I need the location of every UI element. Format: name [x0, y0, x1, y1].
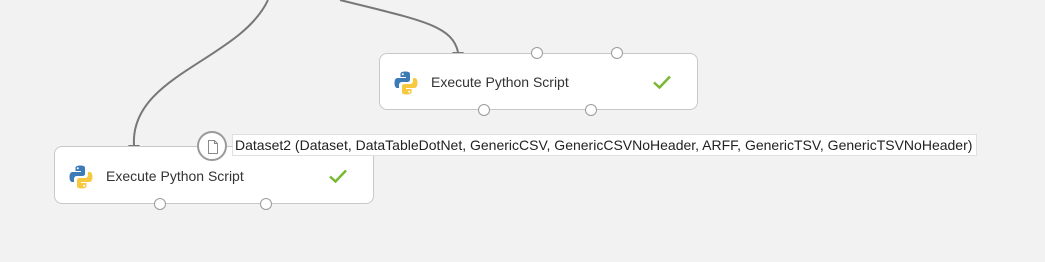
module-label: Execute Python Script	[431, 74, 569, 90]
output-port-2-top-module[interactable]	[585, 104, 597, 116]
output-port-1-bottom-module[interactable]	[154, 198, 166, 210]
output-port-1-top-module[interactable]	[478, 104, 490, 116]
input-port-2-bottom-module-hovered[interactable]	[197, 131, 227, 161]
connector-edge-to-top-module[interactable]	[339, 0, 459, 53]
module-label: Execute Python Script	[106, 168, 244, 184]
connector-edge-to-bottom-module[interactable]	[132, 0, 269, 146]
experiment-canvas[interactable]: Execute Python Script Execute Python Scr…	[0, 0, 1045, 262]
python-icon	[394, 71, 418, 95]
file-icon	[208, 140, 218, 154]
checkmark-icon	[653, 75, 671, 90]
checkmark-icon	[329, 169, 347, 184]
python-icon	[69, 165, 93, 189]
input-port-2-top-module[interactable]	[611, 47, 623, 59]
connectors	[128, 0, 464, 153]
execute-python-script-module-top[interactable]: Execute Python Script	[379, 53, 698, 110]
output-port-2-bottom-module[interactable]	[260, 198, 272, 210]
input-port-1-top-module[interactable]	[531, 47, 543, 59]
port-tooltip: Dataset2 (Dataset, DataTableDotNet, Gene…	[232, 134, 978, 156]
